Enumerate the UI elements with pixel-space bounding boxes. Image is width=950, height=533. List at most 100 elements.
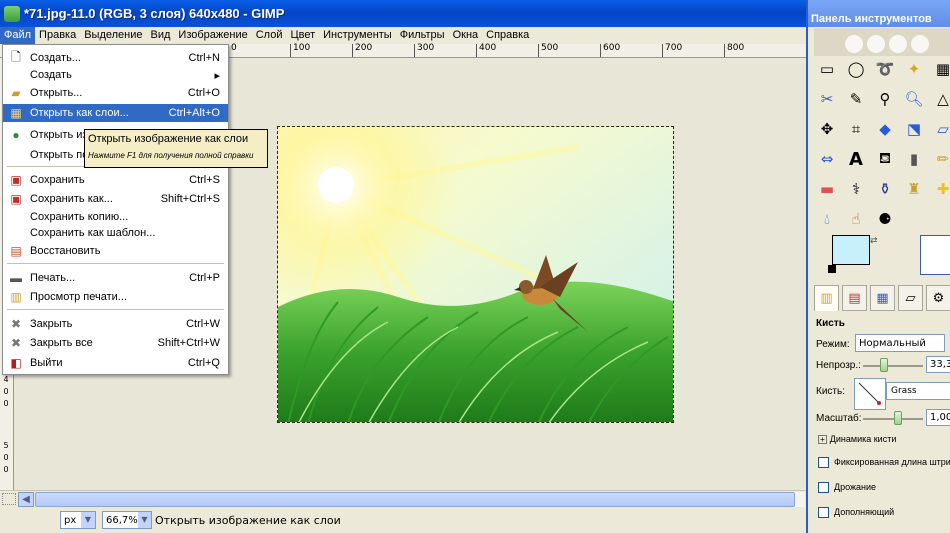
menu-item-label: Печать... [30, 272, 76, 284]
menu-edit[interactable]: Правка [35, 27, 80, 44]
menu-item-new[interactable]: 🗋 Создать... Ctrl+N [3, 49, 228, 67]
rect-select-icon[interactable]: ▭ [816, 58, 838, 80]
zoom-select[interactable]: 66,7% ▼ [102, 511, 152, 529]
menu-help[interactable]: Справка [482, 27, 533, 44]
menu-tools[interactable]: Инструменты [319, 27, 396, 44]
menu-item-close-all[interactable]: ✖ Закрыть все Shift+Ctrl+W [3, 334, 228, 352]
menu-item-revert[interactable]: ▤ Восстановить [3, 242, 228, 260]
quick-mask-toggle[interactable] [2, 493, 16, 505]
mode-select[interactable]: Нормальный [855, 334, 945, 352]
menu-filters[interactable]: Фильтры [396, 27, 449, 44]
scale-slider-knob[interactable] [894, 411, 902, 425]
scissors-icon[interactable]: ✂ [816, 88, 838, 110]
measure-icon[interactable]: △ [932, 88, 950, 110]
move-icon[interactable]: ✥ [816, 118, 838, 140]
blur-icon[interactable]: 💧︎ [816, 208, 838, 230]
dynamics-expander[interactable]: + Динамика кисти [818, 434, 896, 445]
scale-slider[interactable] [863, 418, 923, 420]
menu-item-open[interactable]: ▰ Открыть... Ctrl+O [3, 84, 228, 102]
tooltip-title: Открыть изображение как слои [88, 133, 249, 145]
menu-item-close[interactable]: ✖ Закрыть Ctrl+W [3, 315, 228, 333]
swap-colors-icon[interactable]: ⇄ [870, 236, 878, 246]
menu-item-save-template[interactable]: Сохранить как шаблон... [3, 224, 228, 242]
tab-tool-options[interactable]: ▥ [814, 285, 839, 311]
menu-item-label: Открыть по [30, 149, 89, 161]
jitter-checkbox[interactable] [818, 482, 829, 493]
tab-patterns[interactable]: ▦ [870, 285, 895, 311]
text-icon[interactable]: A [845, 148, 867, 170]
active-brush-preview[interactable] [920, 235, 950, 275]
fuzzy-select-icon[interactable]: ✦ [903, 58, 925, 80]
grass-brush-icon [858, 382, 881, 405]
menu-item-label: Сохранить как... [30, 193, 113, 205]
menu-item-print[interactable]: ▬ Печать... Ctrl+P [3, 269, 228, 287]
clone-icon[interactable]: ♜ [903, 178, 925, 200]
crop-icon[interactable]: ⌗ [845, 118, 867, 140]
bucket-fill-icon[interactable]: ⛾ [874, 148, 896, 170]
menu-image[interactable]: Изображение [174, 27, 251, 44]
shear-icon[interactable]: ▱ [932, 118, 950, 140]
eraser-icon[interactable]: ▬ [816, 178, 838, 200]
ink-icon[interactable]: ⚱ [874, 178, 896, 200]
dodge-burn-icon[interactable]: ⚈ [874, 208, 896, 230]
default-colors-icon[interactable] [828, 265, 836, 273]
menu-item-label: Открыть из [30, 129, 88, 141]
select-by-color-icon[interactable]: ▦ [932, 58, 950, 80]
menu-item-shortcut: Ctrl+W [186, 318, 220, 330]
paths-icon[interactable]: ✎ [845, 88, 867, 110]
ruler-label: 0 [3, 387, 9, 396]
menu-view[interactable]: Вид [147, 27, 175, 44]
incremental-checkbox[interactable] [818, 507, 829, 518]
brush-select-button[interactable] [854, 378, 886, 410]
menu-file[interactable]: Файл [0, 27, 36, 44]
zoom-icon[interactable]: 🔍︎ [903, 88, 925, 110]
color-picker-icon[interactable]: ⚲ [874, 88, 896, 110]
opacity-slider-knob[interactable] [880, 358, 888, 372]
chevron-down-icon: ▼ [81, 512, 95, 528]
menu-item-label: Закрыть все [30, 337, 93, 349]
foreground-color-swatch[interactable] [832, 235, 870, 265]
scroll-left-button[interactable]: ◀ [18, 492, 34, 507]
heal-icon[interactable]: ✚ [932, 178, 950, 200]
tab-fonts[interactable]: ⚙ [926, 285, 950, 311]
menu-color[interactable]: Цвет [286, 27, 319, 44]
fixed-stroke-label: Фиксированная длина штриха [834, 457, 950, 467]
menu-item-label: Открыть... [30, 87, 83, 99]
scale-field[interactable]: 1,00 [926, 409, 950, 426]
scale-icon[interactable]: ⬔ [903, 118, 925, 140]
blend-icon[interactable]: ▮ [903, 148, 925, 170]
menu-item-create[interactable]: Создать ▸ [3, 66, 228, 84]
menu-item-label: Открыть как слои... [30, 107, 129, 119]
lasso-icon[interactable]: ➰ [874, 58, 896, 80]
image-canvas[interactable] [277, 126, 674, 423]
pencil-icon[interactable]: ✏ [932, 148, 950, 170]
opacity-field[interactable]: 33,3 [926, 356, 950, 373]
unit-select[interactable]: px ▼ [60, 511, 96, 529]
airbrush-icon[interactable]: ⚕ [845, 178, 867, 200]
flip-icon[interactable]: ⇔ [816, 148, 838, 170]
menu-item-save-as[interactable]: ▣ Сохранить как... Shift+Ctrl+S [3, 190, 228, 208]
unit-value: px [64, 514, 77, 526]
tab-brushes[interactable]: ▤ [842, 285, 867, 311]
ellipse-select-icon[interactable]: ◯ [845, 58, 867, 80]
smudge-icon[interactable]: ☝ [845, 208, 867, 230]
brush-name-field[interactable]: Grass [886, 382, 950, 400]
rotate-icon[interactable]: ◆ [874, 118, 896, 140]
tab-gradients[interactable]: ▱ [898, 285, 923, 311]
menu-item-open-as-layers[interactable]: ▦ Открыть как слои... Ctrl+Alt+O [3, 104, 228, 122]
scale-label: Масштаб: [816, 413, 862, 424]
horizontal-scrollbar[interactable]: ◀ [0, 490, 806, 507]
fixed-stroke-checkbox[interactable] [818, 457, 829, 468]
menu-windows[interactable]: Окна [449, 27, 483, 44]
menu-item-label: Создать [30, 69, 72, 81]
tool-options-title: Кисть [816, 318, 845, 329]
menu-item-save[interactable]: ▣ Сохранить Ctrl+S [3, 171, 228, 189]
menu-item-print-preview[interactable]: ▥ Просмотр печати... [3, 288, 228, 306]
menu-layer[interactable]: Слой [252, 27, 287, 44]
wilber-drop-area[interactable] [814, 28, 950, 56]
menu-select[interactable]: Выделение [80, 27, 146, 44]
opacity-slider[interactable] [863, 365, 923, 367]
menu-item-quit[interactable]: ◧ Выйти Ctrl+Q [3, 354, 228, 372]
scroll-thumb[interactable] [35, 492, 795, 507]
menu-item-shortcut: Ctrl+Alt+O [168, 107, 220, 119]
